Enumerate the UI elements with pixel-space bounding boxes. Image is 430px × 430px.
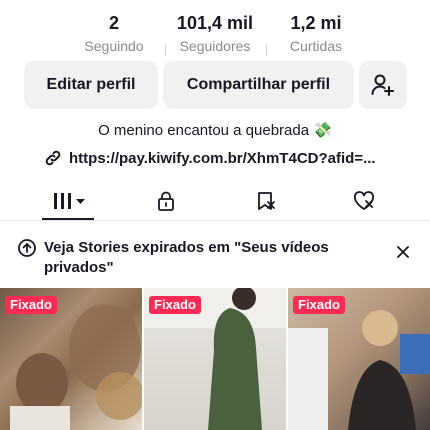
videos-grid-icon	[54, 193, 85, 209]
tab-private[interactable]	[152, 188, 180, 214]
heart-icon	[353, 191, 375, 210]
notice-text: Veja Stories expirados em "Seus vídeos p…	[44, 239, 329, 276]
following-count: 2	[108, 13, 119, 33]
profile-link[interactable]: https://pay.kiwify.com.br/XhmT4CD?afid=.…	[44, 146, 376, 170]
bookmark-icon	[258, 192, 275, 210]
stat-divider	[165, 44, 166, 56]
video-thumbnail[interactable]: Fixado	[0, 288, 142, 430]
pinned-badge: Fixado	[5, 296, 57, 314]
profile-link-text: https://pay.kiwify.com.br/XhmT4CD?afid=.…	[69, 149, 376, 167]
upload-cloud-icon	[18, 239, 36, 257]
edit-profile-button[interactable]: Editar perfil	[24, 61, 158, 109]
video-grid: Fixado Fixado Fixado	[0, 288, 430, 430]
likes-stat[interactable]: 1,2 mi Curtidas	[276, 12, 356, 56]
tab-videos[interactable]	[50, 188, 90, 214]
active-tab-indicator	[42, 218, 94, 220]
video-thumbnail[interactable]: Fixado	[288, 288, 430, 430]
video-thumbnail[interactable]: Fixado	[144, 288, 286, 430]
pinned-badge: Fixado	[293, 296, 345, 314]
following-stat[interactable]: 2 Seguindo	[73, 12, 155, 56]
profile-stats: 2 Seguindo 101,4 mil Seguidores 1,2 mi C…	[0, 12, 430, 56]
share-profile-button[interactable]: Compartilhar perfil	[163, 61, 354, 109]
followers-count: 101,4 mil	[176, 13, 254, 33]
add-user-icon	[371, 74, 394, 96]
profile-tabs	[0, 182, 430, 221]
lock-icon	[158, 191, 174, 211]
pinned-badge: Fixado	[149, 296, 201, 314]
followers-stat[interactable]: 101,4 mil Seguidores	[168, 12, 262, 56]
add-friend-button[interactable]	[359, 61, 407, 109]
following-label: Seguindo	[84, 38, 144, 54]
close-icon[interactable]	[395, 244, 411, 260]
tab-saved[interactable]	[252, 188, 280, 214]
stat-divider	[266, 44, 267, 56]
likes-count: 1,2 mi	[290, 13, 342, 33]
followers-label: Seguidores	[179, 38, 251, 54]
tab-liked[interactable]	[350, 188, 378, 214]
likes-label: Curtidas	[289, 38, 343, 54]
stories-notice[interactable]: Veja Stories expirados em "Seus vídeos p…	[0, 232, 430, 280]
profile-bio: O menino encantou a quebrada 💸	[98, 122, 332, 139]
link-icon	[45, 150, 61, 166]
